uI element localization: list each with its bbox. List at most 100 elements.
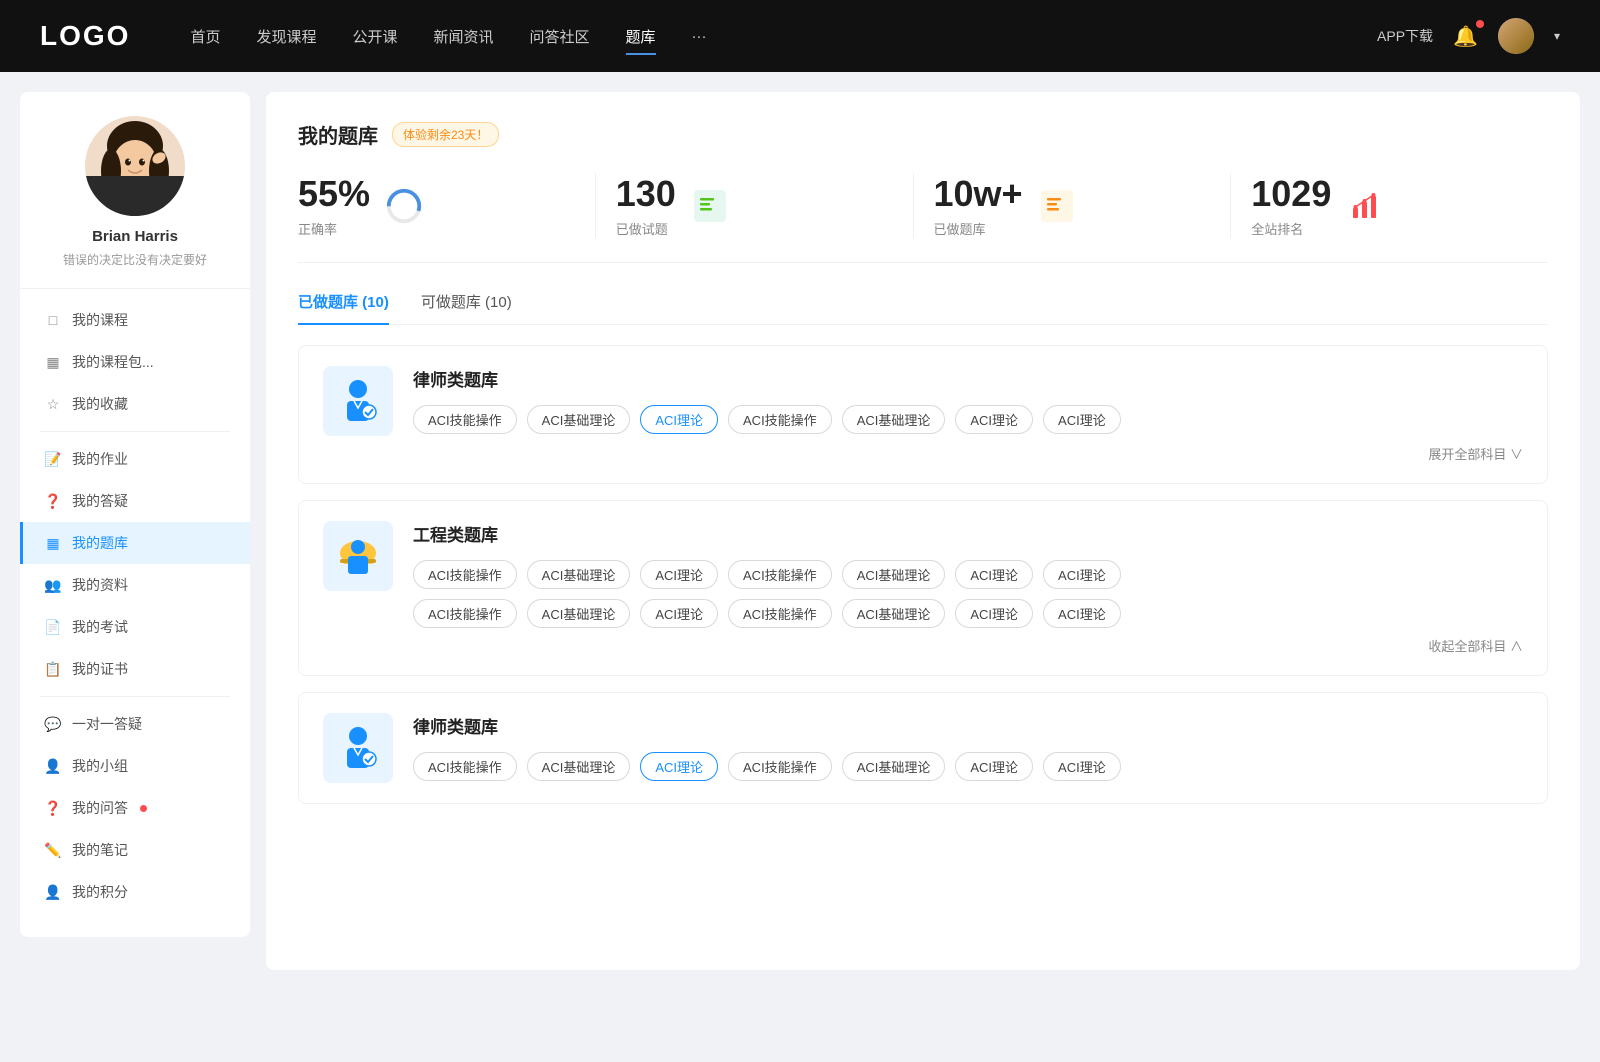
bank-icon-engineer: [323, 521, 393, 591]
sidebar-item-profile[interactable]: 👥 我的资料: [20, 564, 250, 606]
law2-tag-0[interactable]: ACI技能操作: [413, 752, 517, 781]
eng-tag-4[interactable]: ACI基础理论: [842, 560, 946, 589]
accuracy-circle-icon: [384, 186, 424, 226]
eng2-tag-5[interactable]: ACI理论: [955, 599, 1033, 628]
sidebar-item-one-on-one[interactable]: 💬 一对一答疑: [20, 703, 250, 745]
eng2-tag-0[interactable]: ACI技能操作: [413, 599, 517, 628]
stat-accuracy-value: 55%: [298, 173, 370, 215]
bank-content-2: 工程类题库 ACI技能操作 ACI基础理论 ACI理论 ACI技能操作 ACI基…: [413, 521, 1523, 628]
stats-row: 55% 正确率 130 已做试题: [298, 173, 1548, 263]
eng2-tag-3[interactable]: ACI技能操作: [728, 599, 832, 628]
nav-news[interactable]: 新闻资讯: [434, 22, 494, 51]
divider: [40, 431, 230, 432]
menu-label: 一对一答疑: [72, 714, 142, 734]
sidebar-item-groups[interactable]: 👤 我的小组: [20, 745, 250, 787]
exam-icon: 📄: [44, 618, 62, 636]
stat-done-block: 130 已做试题: [616, 173, 676, 238]
tag-1[interactable]: ACI基础理论: [527, 405, 631, 434]
tags-row-3: ACI技能操作 ACI基础理论 ACI理论 ACI技能操作 ACI基础理论 AC…: [413, 752, 1523, 781]
sidebar-item-questions[interactable]: ❓ 我的答疑: [20, 480, 250, 522]
bar-red-icon: [1345, 186, 1385, 226]
notification-bell[interactable]: 🔔: [1453, 24, 1478, 49]
tags-row-2a: ACI技能操作 ACI基础理论 ACI理论 ACI技能操作 ACI基础理论 AC…: [413, 560, 1523, 589]
sidebar-item-points[interactable]: 👤 我的积分: [20, 871, 250, 913]
tag-2[interactable]: ACI理论: [640, 405, 718, 434]
sidebar-item-certificates[interactable]: 📋 我的证书: [20, 648, 250, 690]
law2-tag-6[interactable]: ACI理论: [1043, 752, 1121, 781]
list-orange-icon: [1037, 186, 1077, 226]
tag-4[interactable]: ACI基础理论: [842, 405, 946, 434]
eng-tag-3[interactable]: ACI技能操作: [728, 560, 832, 589]
nav-discover[interactable]: 发现课程: [256, 22, 316, 51]
eng-tag-2[interactable]: ACI理论: [640, 560, 718, 589]
bank-icon: ▦: [44, 534, 62, 552]
eng-tag-6[interactable]: ACI理论: [1043, 560, 1121, 589]
unread-dot: [140, 805, 147, 812]
bank-content: 律师类题库 ACI技能操作 ACI基础理论 ACI理论 ACI技能操作 ACI基…: [413, 366, 1523, 434]
divider2: [40, 696, 230, 697]
menu-label: 我的答疑: [72, 491, 128, 511]
sidebar-item-question-bank[interactable]: ▦ 我的题库: [20, 522, 250, 564]
law2-tag-3[interactable]: ACI技能操作: [728, 752, 832, 781]
expand-all-link[interactable]: 展开全部科目 ∨: [1428, 444, 1523, 463]
qa-icon: ❓: [44, 799, 62, 817]
tab-done-banks[interactable]: 已做题库 (10): [298, 291, 389, 324]
tag-6[interactable]: ACI理论: [1043, 405, 1121, 434]
stat-banks-label: 已做题库: [934, 219, 1023, 238]
stat-banks-value: 10w+: [934, 173, 1023, 215]
profile-avatar: [85, 116, 185, 216]
sidebar-item-exams[interactable]: 📄 我的考试: [20, 606, 250, 648]
law2-tag-5[interactable]: ACI理论: [955, 752, 1033, 781]
menu-label: 我的小组: [72, 756, 128, 776]
eng-tag-5[interactable]: ACI理论: [955, 560, 1033, 589]
nav-more[interactable]: ···: [692, 24, 707, 49]
page-header: 我的题库 体验剩余23天！: [298, 120, 1548, 149]
page-layout: Brian Harris 错误的决定比没有决定要好 □ 我的课程 ▦ 我的课程包…: [0, 72, 1600, 990]
sidebar-item-course-packages[interactable]: ▦ 我的课程包...: [20, 341, 250, 383]
tag-0[interactable]: ACI技能操作: [413, 405, 517, 434]
homework-icon: 📝: [44, 450, 62, 468]
main-content: 我的题库 体验剩余23天！ 55% 正确率: [266, 92, 1580, 970]
notification-badge: [1476, 20, 1484, 28]
eng2-tag-4[interactable]: ACI基础理论: [842, 599, 946, 628]
sidebar-item-my-qa[interactable]: ❓ 我的问答: [20, 787, 250, 829]
tag-5[interactable]: ACI理论: [955, 405, 1033, 434]
nav-questions[interactable]: 题库: [626, 22, 656, 51]
collapse-all-link[interactable]: 收起全部科目 ∧: [1428, 636, 1523, 655]
eng2-tag-2[interactable]: ACI理论: [640, 599, 718, 628]
tabs-row: 已做题库 (10) 可做题库 (10): [298, 291, 1548, 325]
bank-icon-lawyer: [323, 366, 393, 436]
eng2-tag-6[interactable]: ACI理论: [1043, 599, 1121, 628]
app-download-link[interactable]: APP下载: [1377, 26, 1433, 46]
trial-badge: 体验剩余23天！: [392, 122, 499, 147]
stat-accuracy-label: 正确率: [298, 219, 370, 238]
eng-tag-0[interactable]: ACI技能操作: [413, 560, 517, 589]
bank-card-engineer: 工程类题库 ACI技能操作 ACI基础理论 ACI理论 ACI技能操作 ACI基…: [298, 500, 1548, 676]
nav-home[interactable]: 首页: [190, 22, 220, 51]
tag-3[interactable]: ACI技能操作: [728, 405, 832, 434]
nav-open-course[interactable]: 公开课: [352, 22, 397, 51]
sidebar-item-favorites[interactable]: ☆ 我的收藏: [20, 383, 250, 425]
bank-content-3: 律师类题库 ACI技能操作 ACI基础理论 ACI理论 ACI技能操作 ACI基…: [413, 713, 1523, 781]
course-icon: □: [44, 311, 62, 329]
eng-tag-1[interactable]: ACI基础理论: [527, 560, 631, 589]
chevron-down-icon[interactable]: ▾: [1554, 29, 1560, 43]
star-icon: ☆: [44, 395, 62, 413]
navbar: LOGO 首页 发现课程 公开课 新闻资讯 问答社区 题库 ··· APP下载 …: [0, 0, 1600, 72]
menu-label: 我的积分: [72, 882, 128, 902]
cert-icon: 📋: [44, 660, 62, 678]
sidebar-item-my-courses[interactable]: □ 我的课程: [20, 299, 250, 341]
sidebar-item-homework[interactable]: 📝 我的作业: [20, 438, 250, 480]
list-green-icon: [690, 186, 730, 226]
question-icon: ❓: [44, 492, 62, 510]
tab-available-banks[interactable]: 可做题库 (10): [421, 291, 512, 324]
sidebar-menu: □ 我的课程 ▦ 我的课程包... ☆ 我的收藏 📝 我的作业 ❓ 我的答疑 ▦: [20, 299, 250, 913]
sidebar-item-notes[interactable]: ✏️ 我的笔记: [20, 829, 250, 871]
eng2-tag-1[interactable]: ACI基础理论: [527, 599, 631, 628]
law2-tag-4[interactable]: ACI基础理论: [842, 752, 946, 781]
avatar[interactable]: [1498, 18, 1534, 54]
nav-qa[interactable]: 问答社区: [530, 22, 590, 51]
law2-tag-2[interactable]: ACI理论: [640, 752, 718, 781]
group-icon: 👤: [44, 757, 62, 775]
law2-tag-1[interactable]: ACI基础理论: [527, 752, 631, 781]
